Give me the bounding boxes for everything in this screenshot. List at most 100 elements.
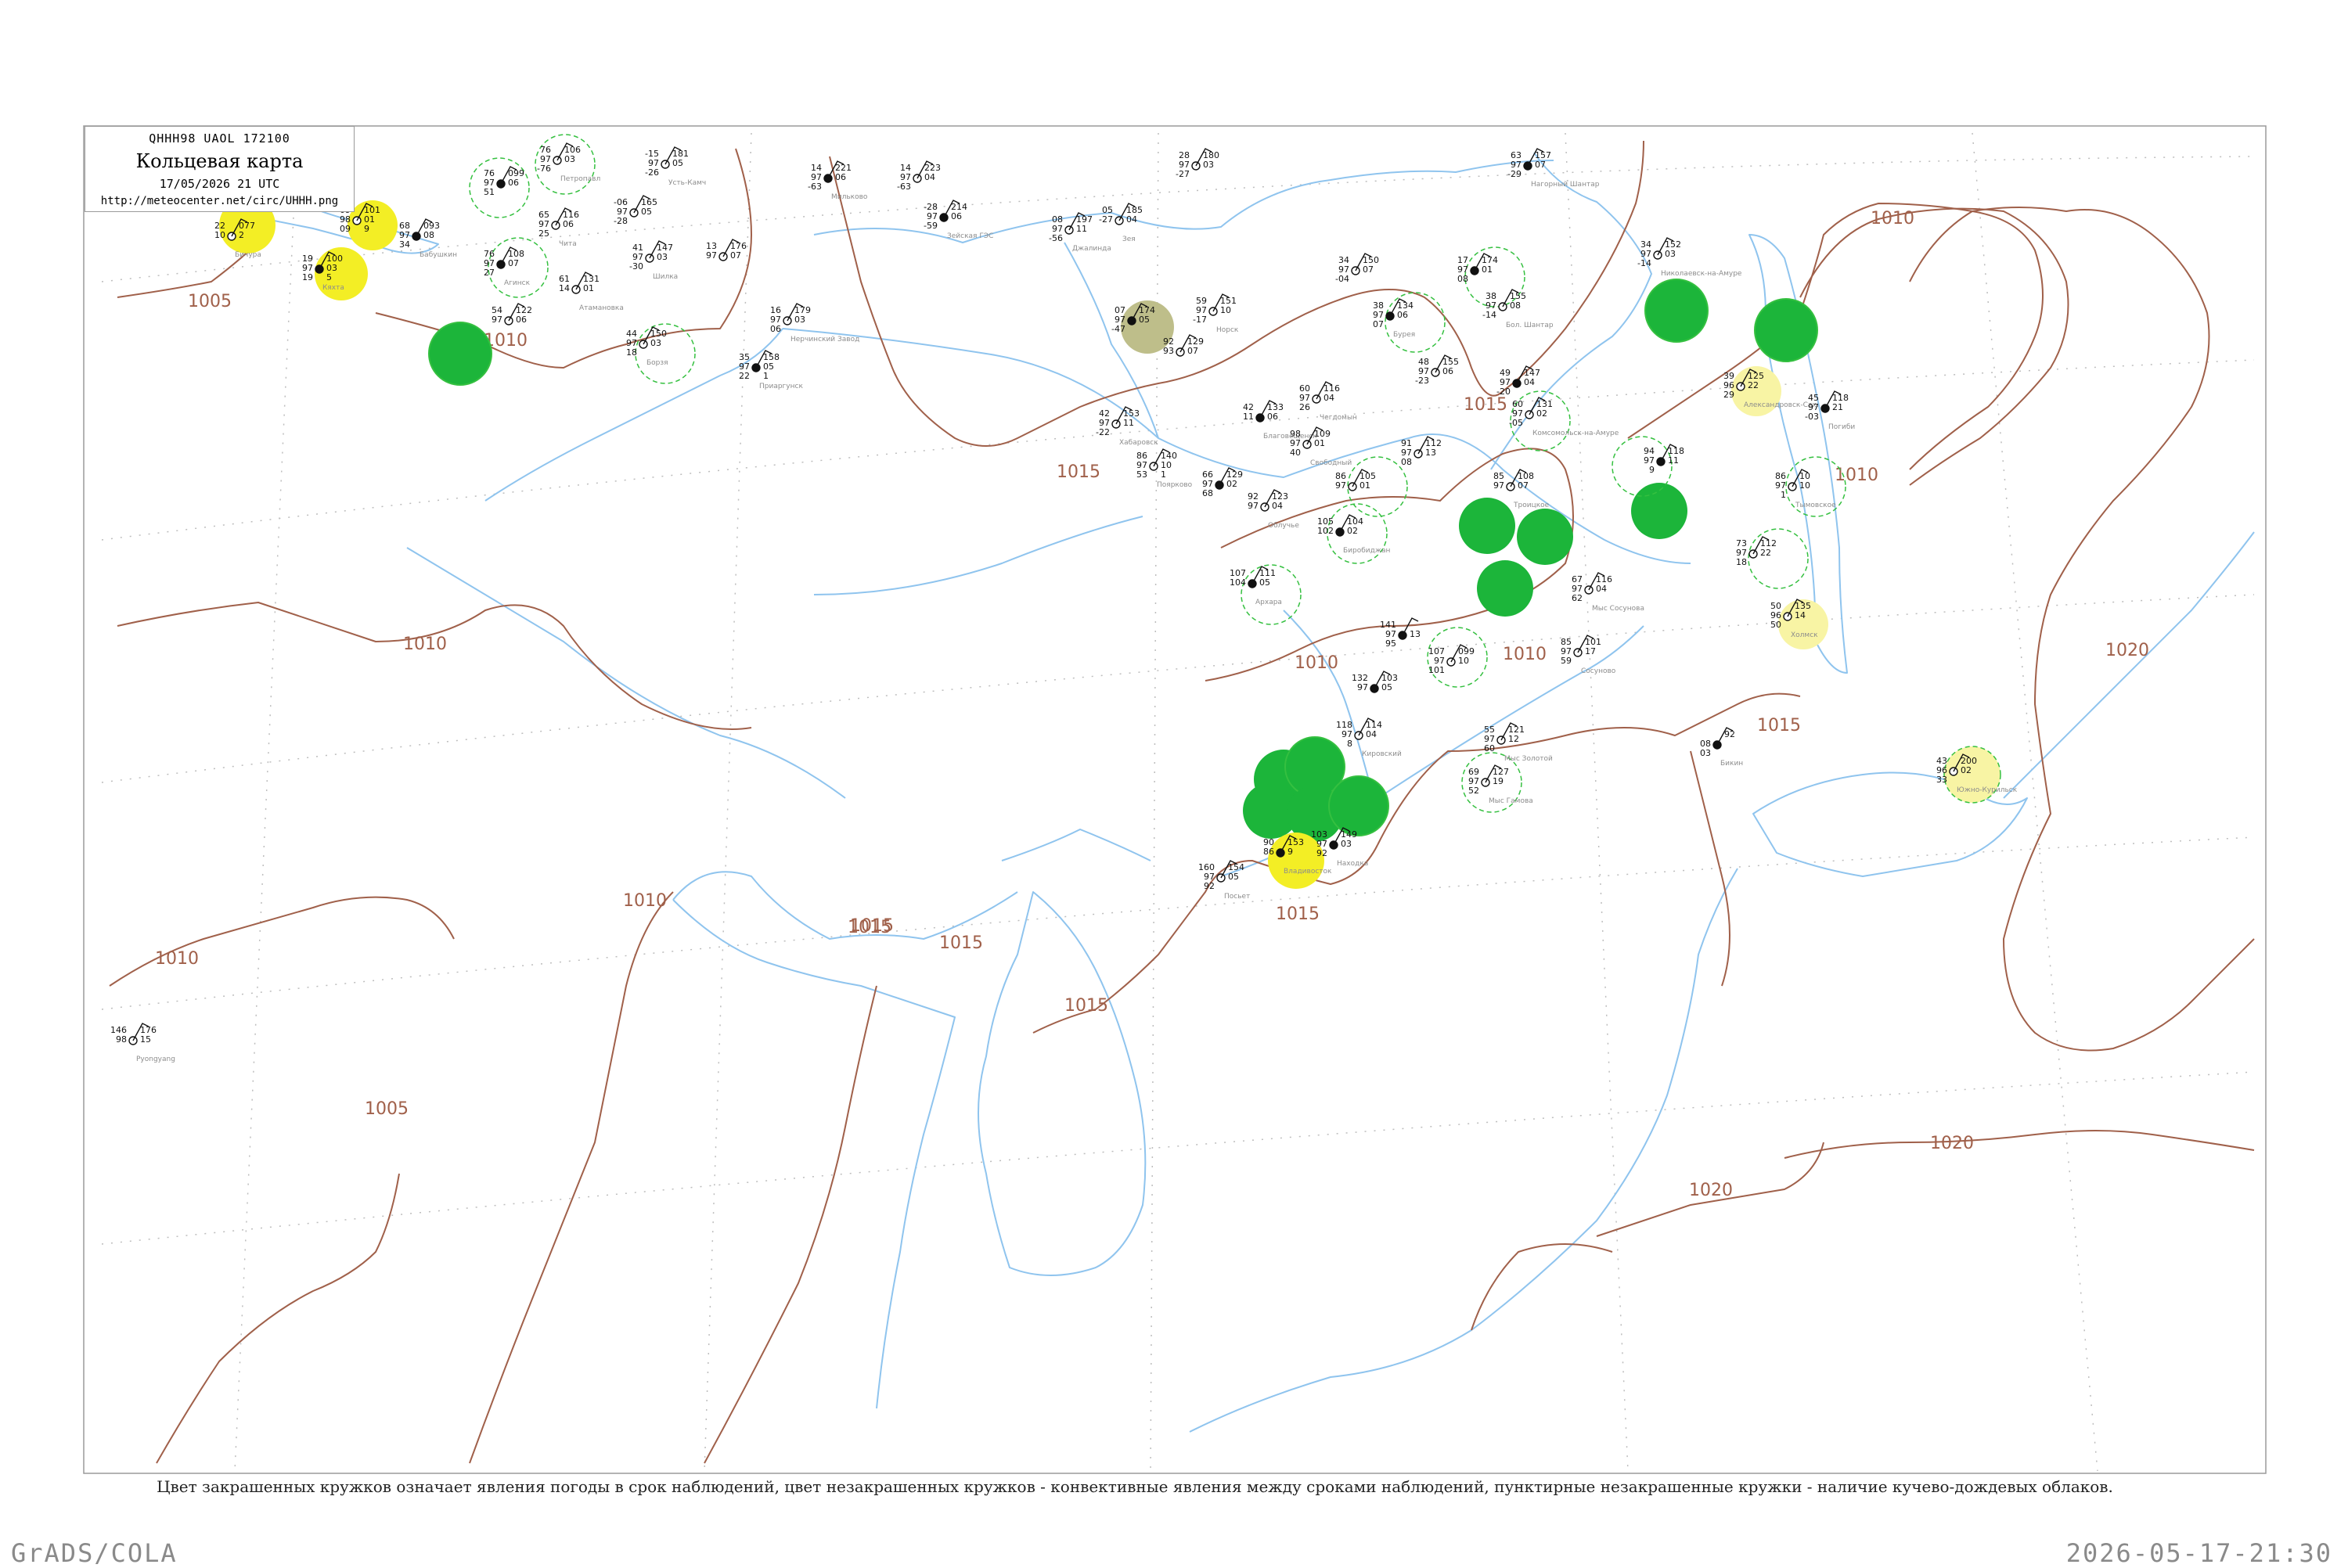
station-s13[interactable]: 76972710807Агинск — [484, 246, 531, 287]
station-s62[interactable]: 69975212719Мыс Гамова — [1468, 764, 1533, 805]
station-value: 01 — [1314, 438, 1325, 448]
station-name: Свободный — [1310, 459, 1352, 467]
station-s60[interactable]: 55976012112Мыс Золотой — [1484, 722, 1553, 763]
station-s30[interactable]: 549712206 — [492, 303, 532, 325]
station-name: Бичура — [235, 251, 261, 259]
isobar-label: 1015 — [1757, 716, 1801, 735]
station-value: 04 — [924, 172, 935, 182]
station-s55[interactable]: 141979513 — [1380, 617, 1421, 649]
station-name: Находка — [1337, 860, 1368, 868]
station-value: 97 — [492, 315, 502, 325]
station-s20[interactable]: 611413101Атамановка — [559, 272, 624, 312]
station-s33[interactable]: 3897-1415508Бол. Шантар — [1482, 289, 1554, 329]
station-s46[interactable]: 10510210402Биробиджан — [1317, 514, 1390, 555]
station-value: 04 — [1272, 501, 1283, 511]
rain-circle-green — [1517, 509, 1573, 565]
station-s32[interactable]: 4897-2315506 — [1415, 354, 1459, 386]
station-value: 01 — [1482, 264, 1493, 275]
station-name: Бикин — [1720, 760, 1743, 768]
river-yalu — [1001, 829, 1151, 861]
station-s21[interactable]: 3497-0415007 — [1335, 253, 1379, 284]
station-value: 02 — [1347, 526, 1358, 536]
station-s3[interactable]: -1597-2618105Усть-Камч — [645, 146, 706, 187]
station-s28[interactable]: 359722158051Приаргунск — [739, 350, 803, 390]
rain-circle-green — [1631, 483, 1687, 539]
station-value: 03 — [657, 252, 668, 262]
station-s53[interactable]: 67976211604Мыс Сосунова — [1572, 572, 1644, 613]
station-value: 9 — [1649, 465, 1655, 475]
station-s14[interactable]: 4197-3014703Шилка — [629, 240, 678, 281]
station-s39[interactable]: 60972611604Чегдомын — [1299, 381, 1357, 422]
station-s50[interactable]: 73971811222 — [1736, 536, 1777, 567]
river-china — [406, 547, 846, 799]
isobar-1015-bottom — [1471, 1243, 1613, 1331]
station-s58[interactable]: 1329710305 — [1352, 671, 1398, 693]
station-value: 04 — [1323, 393, 1334, 403]
station-s44[interactable]: 929712304Облучье — [1248, 489, 1299, 530]
station-value: 11 — [1123, 418, 1134, 428]
station-s26[interactable]: 929312907 — [1163, 334, 1204, 357]
station-value: 1 — [1161, 469, 1166, 480]
station-value: -05 — [1509, 418, 1523, 428]
cb-dashed-circle — [1385, 292, 1446, 353]
station-s31[interactable]: 38970713406Бурея — [1373, 298, 1415, 339]
station-value: 17 — [1585, 646, 1596, 656]
station-value: 22 — [1760, 548, 1771, 558]
station-s56[interactable]: 1079710109910 — [1428, 644, 1475, 675]
station-s43[interactable]: 66976812902 — [1202, 467, 1243, 498]
station-s45[interactable]: 869710501 — [1335, 469, 1376, 491]
station-s7[interactable]: 6397-2915707Нагорный Шантар — [1507, 148, 1600, 189]
station-s24[interactable]: 5997-1715110Норск — [1193, 293, 1239, 334]
station-value: 25 — [538, 228, 549, 239]
station-s52[interactable]: 10710411105Архара — [1230, 566, 1282, 606]
station-value: 9 — [1287, 847, 1293, 857]
station-name: Мильково — [831, 193, 868, 201]
station-value: 104 — [1230, 577, 1246, 588]
station-value: 51 — [484, 187, 495, 197]
station-s22[interactable]: 17970817401 — [1457, 253, 1498, 284]
station-s12[interactable]: 65972511606Чита — [538, 207, 579, 248]
station-s5[interactable]: 1497-6322304 — [897, 160, 941, 192]
station-value: 97 — [706, 250, 717, 261]
station-value: 14 — [559, 283, 570, 293]
station-s27[interactable]: 16970617903Нерчинский Завод — [770, 303, 859, 343]
isobar-label: 1005 — [365, 1099, 409, 1119]
station-s4[interactable]: 1497-6322106Мильково — [808, 160, 868, 201]
station-value: 06 — [508, 178, 519, 188]
station-s41[interactable]: 98974010901Свободный — [1290, 426, 1352, 467]
station-s66[interactable]: 1469817615Pyongyang — [110, 1023, 175, 1063]
station-s42[interactable]: 869753140101Поярково — [1136, 448, 1193, 489]
station-s65[interactable]: 160979215405Посьет — [1198, 860, 1250, 901]
station-s49[interactable]: 9497911811 — [1644, 444, 1684, 475]
map-datetime: 17/05/2026 21 UTC — [159, 177, 280, 191]
station-s59[interactable]: 11897811404Кировский — [1336, 717, 1402, 758]
station-s11[interactable]: -0697-2816505 — [614, 195, 657, 226]
station-name: Поярково — [1157, 481, 1193, 489]
station-value: 08 — [1510, 300, 1521, 311]
station-s18[interactable]: 05-2718504Зея — [1099, 203, 1143, 243]
station-value: 33 — [1936, 775, 1947, 785]
cb-dashed-circle — [1748, 528, 1809, 589]
station-s6[interactable]: 2897-2718003 — [1176, 148, 1219, 179]
station-s29[interactable]: 44971815003Борзя — [626, 326, 668, 367]
station-value: 03 — [650, 338, 661, 348]
station-s23[interactable]: 3497-1415203Николаевск-на-Амуре — [1637, 237, 1742, 278]
station-s37[interactable]: 4597-0311821Погиби — [1805, 390, 1855, 431]
station-name: Владивосток — [1284, 868, 1332, 876]
station-s2[interactable]: 7697-7610603Петропавл — [537, 142, 600, 183]
station-s57[interactable]: 85975910117Сосуново — [1561, 635, 1616, 675]
station-s15[interactable]: 139717607 — [706, 239, 747, 261]
station-s1[interactable]: 76975109906 — [484, 166, 524, 197]
station-value: 10 — [214, 230, 225, 240]
station-s47[interactable]: 91970811213 — [1401, 436, 1442, 467]
station-value: 34 — [399, 239, 410, 250]
isobar-label: 1020 — [1689, 1181, 1733, 1200]
map-source-link[interactable]: http://meteocenter.net/circ/UHHH.png — [85, 195, 354, 207]
station-value: 97 — [1357, 682, 1368, 692]
station-value: 92 — [1724, 729, 1735, 739]
station-s61[interactable]: 080392Бикин — [1700, 727, 1743, 768]
isobar-label: 1010 — [403, 635, 447, 654]
lat-lon-grid — [101, 132, 2255, 1472]
map-header-box: QHHH98 UAOL 172100 Кольцевая карта 17/05… — [85, 126, 355, 212]
station-s51[interactable]: 869711010Тымовское — [1775, 469, 1836, 509]
